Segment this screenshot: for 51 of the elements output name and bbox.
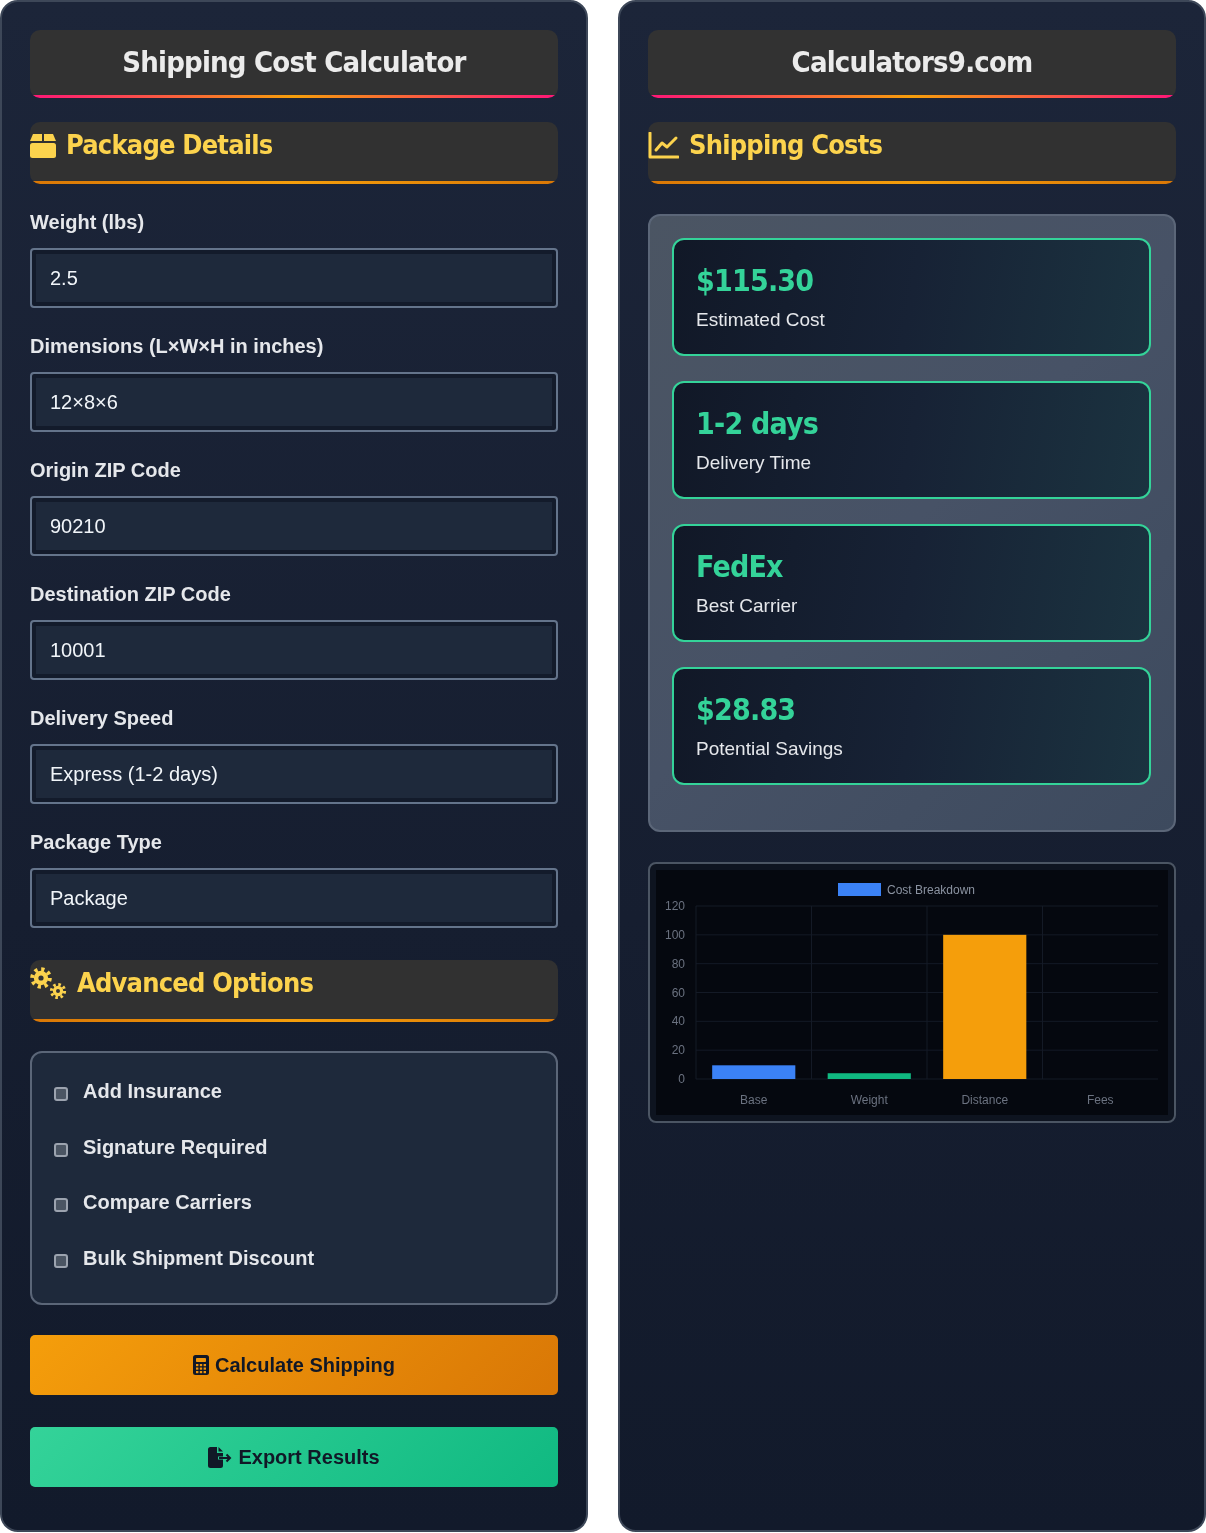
axis-tick-label: 60	[671, 985, 685, 1000]
section-title: Package Details	[66, 129, 273, 161]
checkbox[interactable]	[54, 1087, 68, 1101]
axis-category-label: Fees	[1086, 1093, 1114, 1107]
axis-category-label: Distance	[961, 1093, 1009, 1107]
result-label: Potential Savings	[696, 737, 843, 761]
field-label: Origin ZIP Code	[30, 458, 181, 483]
checkbox[interactable]	[54, 1198, 68, 1212]
calculate-button[interactable]: Calculate Shipping	[30, 1335, 558, 1395]
field-label: Weight (lbs)	[30, 210, 145, 235]
option-label[interactable]: Signature Required	[83, 1132, 268, 1161]
site-title: Calculators9.com	[648, 30, 1176, 98]
axis-category-label: Base	[740, 1093, 768, 1107]
axis-tick-label: 0	[678, 1072, 685, 1086]
input-field[interactable]: 10001	[30, 620, 558, 680]
result-label: Estimated Cost	[696, 308, 825, 332]
input-field[interactable]: 90210	[30, 496, 558, 556]
result-value: $28.83	[696, 692, 796, 728]
file-arrow-icon	[208, 1446, 233, 1468]
result-value: 1-2 days	[696, 406, 819, 442]
result-value: FedEx	[696, 549, 783, 585]
input-field[interactable]: Express (1-2 days)	[30, 744, 558, 804]
field-label: Dimensions (L×W×H in inches)	[30, 334, 324, 359]
section-title: Shipping Costs	[689, 129, 883, 161]
axis-category-label: Weight	[850, 1093, 888, 1107]
legend-label: Cost Breakdown	[887, 883, 976, 897]
field-label: Destination ZIP Code	[30, 582, 231, 607]
axis-tick-label: 120	[664, 899, 685, 913]
section-title: Advanced Options	[77, 967, 314, 999]
box-icon	[30, 134, 56, 158]
line-chart-icon	[648, 132, 679, 159]
result-value: $115.30	[696, 263, 814, 299]
option-label[interactable]: Bulk Shipment Discount	[83, 1243, 315, 1272]
result-label: Delivery Time	[696, 451, 812, 475]
axis-tick-label: 20	[671, 1043, 685, 1058]
axis-tick-label: 40	[671, 1014, 685, 1029]
axis-tick-label: 100	[664, 927, 685, 942]
page-title: Shipping Cost Calculator	[30, 30, 558, 98]
option-label[interactable]: Add Insurance	[83, 1077, 222, 1105]
export-button[interactable]: Export Results	[30, 1427, 558, 1487]
input-field[interactable]: 2.5	[30, 248, 558, 308]
field-label: Package Type	[30, 830, 162, 855]
option-label[interactable]: Compare Carriers	[83, 1188, 252, 1216]
checkbox[interactable]	[54, 1142, 68, 1157]
result-label: Best Carrier	[696, 594, 798, 618]
field-label: Delivery Speed	[30, 706, 174, 731]
input-field[interactable]: 12×8×6	[30, 372, 558, 432]
calculator-icon	[193, 1355, 209, 1375]
input-field[interactable]: Package	[30, 868, 558, 928]
checkbox[interactable]	[54, 1253, 68, 1268]
axis-tick-label: 80	[671, 956, 685, 971]
